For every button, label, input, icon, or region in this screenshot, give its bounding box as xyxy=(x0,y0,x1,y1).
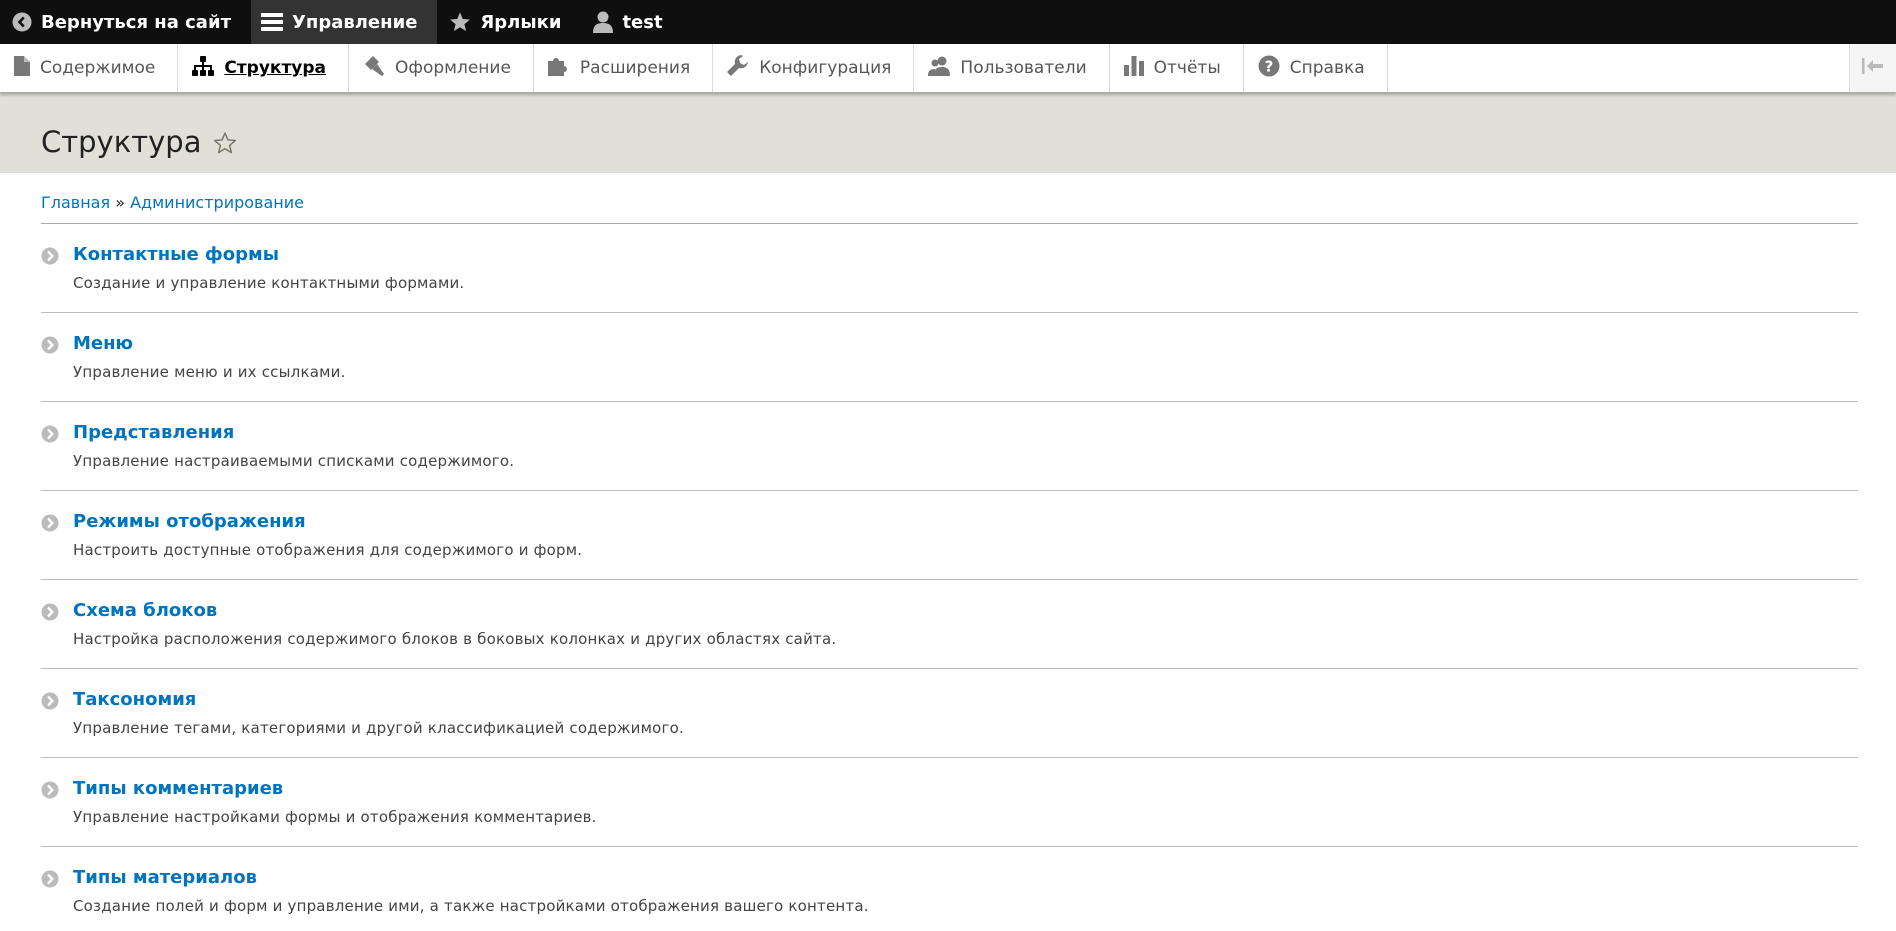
list-item: Меню Управление меню и их ссылками. xyxy=(41,313,1858,402)
back-to-site-link[interactable]: Вернуться на сайт xyxy=(0,0,251,44)
admin-item-description: Управление меню и их ссылками. xyxy=(73,362,346,381)
list-item: Таксономия Управление тегами, категориям… xyxy=(41,669,1858,758)
wrench-icon xyxy=(727,54,749,82)
user-tab[interactable]: test xyxy=(581,0,682,44)
tray-orientation-toggle[interactable] xyxy=(1849,44,1896,92)
tray-item-content[interactable]: Содержимое xyxy=(0,44,179,92)
help-icon: ? xyxy=(1258,55,1280,82)
admin-item-description: Управление настраиваемыми списками содер… xyxy=(73,451,515,470)
tray-spacer xyxy=(1388,44,1849,92)
chevron-right-circle-icon xyxy=(41,425,59,490)
admin-item-description: Управление тегами, категориями и другой … xyxy=(73,718,684,737)
manage-label: Управление xyxy=(292,11,418,33)
admin-item-link[interactable]: Таксономия xyxy=(73,689,684,711)
list-item: Типы комментариев Управление настройками… xyxy=(41,758,1858,847)
svg-text:?: ? xyxy=(1264,57,1273,75)
chevron-right-circle-icon xyxy=(41,781,59,846)
admin-list: Контактные формы Создание и управление к… xyxy=(41,224,1858,931)
admin-toolbar: Вернуться на сайт Управление Ярлыки test xyxy=(0,0,1896,44)
tray-label-help: Справка xyxy=(1289,58,1365,78)
collapse-left-icon xyxy=(1862,57,1884,79)
breadcrumb-admin-link[interactable]: Администрирование xyxy=(130,193,304,212)
list-item: Типы материалов Создание полей и форм и … xyxy=(41,847,1858,931)
tray-item-appearance[interactable]: Оформление xyxy=(349,44,534,92)
admin-item-description: Управление настройками формы и отображен… xyxy=(73,807,597,826)
breadcrumb: Главная » Администрирование xyxy=(41,193,1858,224)
shortcuts-tab[interactable]: Ярлыки xyxy=(437,0,581,44)
shortcuts-label: Ярлыки xyxy=(480,11,562,33)
tray-item-reports[interactable]: Отчёты xyxy=(1110,44,1244,92)
tray-label-structure: Структура xyxy=(224,58,327,78)
tray-label-extend: Расширения xyxy=(579,58,691,78)
people-icon xyxy=(928,56,951,81)
tray-label-appearance: Оформление xyxy=(395,58,511,78)
tray-item-configuration[interactable]: Конфигурация xyxy=(713,44,915,92)
star-filled-icon xyxy=(449,11,471,33)
admin-item-link[interactable]: Типы комментариев xyxy=(73,778,597,800)
star-outline-icon[interactable] xyxy=(213,131,237,159)
breadcrumb-home-link[interactable]: Главная xyxy=(41,193,110,212)
back-to-site-label: Вернуться на сайт xyxy=(41,11,232,33)
user-label: test xyxy=(622,11,663,33)
manage-tab[interactable]: Управление xyxy=(251,0,438,44)
tray-label-configuration: Конфигурация xyxy=(759,58,892,78)
tray-label-content: Содержимое xyxy=(40,58,156,78)
admin-item-link[interactable]: Режимы отображения xyxy=(73,511,582,533)
hamburger-icon xyxy=(261,12,284,32)
paintbrush-icon xyxy=(363,55,385,81)
admin-item-link[interactable]: Меню xyxy=(73,333,346,355)
tray-item-structure[interactable]: Структура xyxy=(178,44,350,92)
chevron-right-circle-icon xyxy=(41,247,59,312)
list-item: Контактные формы Создание и управление к… xyxy=(41,224,1858,313)
user-icon xyxy=(593,11,614,33)
file-icon xyxy=(14,55,30,81)
tray-item-people[interactable]: Пользователи xyxy=(914,44,1110,92)
tray-item-extend[interactable]: Расширения xyxy=(534,44,714,92)
sitemap-icon xyxy=(192,55,215,81)
chevron-right-circle-icon xyxy=(41,336,59,401)
admin-tray: Содержимое Структура Оформление Расширен… xyxy=(0,44,1896,93)
admin-item-link[interactable]: Типы материалов xyxy=(73,867,869,889)
list-item: Схема блоков Настройка расположения соде… xyxy=(41,580,1858,669)
admin-item-description: Настроить доступные отображения для соде… xyxy=(73,540,583,559)
main-content: Главная » Администрирование Контактные ф… xyxy=(0,173,1896,931)
chevron-right-circle-icon xyxy=(41,692,59,757)
chevron-right-circle-icon xyxy=(41,870,59,931)
tray-label-reports: Отчёты xyxy=(1153,58,1221,78)
admin-item-link[interactable]: Схема блоков xyxy=(73,600,836,622)
list-item: Режимы отображения Настроить доступные о… xyxy=(41,491,1858,580)
chevron-left-circle-icon xyxy=(12,12,32,32)
chevron-right-circle-icon xyxy=(41,514,59,579)
admin-item-description: Создание полей и форм и управление ими, … xyxy=(73,896,869,915)
tray-label-people: Пользователи xyxy=(960,58,1087,78)
puzzle-icon xyxy=(547,56,570,81)
breadcrumb-separator: » xyxy=(115,193,125,212)
page-title: Структура xyxy=(41,125,202,159)
tray-item-help[interactable]: ? Справка xyxy=(1244,44,1388,92)
page-header: Структура xyxy=(0,93,1896,173)
admin-item-link[interactable]: Представления xyxy=(73,422,514,444)
admin-item-link[interactable]: Контактные формы xyxy=(73,244,464,266)
admin-item-description: Настройка расположения содержимого блоко… xyxy=(73,629,837,648)
list-item: Представления Управление настраиваемыми … xyxy=(41,402,1858,491)
chevron-right-circle-icon xyxy=(41,603,59,668)
bar-chart-icon xyxy=(1123,55,1144,81)
admin-item-description: Создание и управление контактными формам… xyxy=(73,273,465,292)
